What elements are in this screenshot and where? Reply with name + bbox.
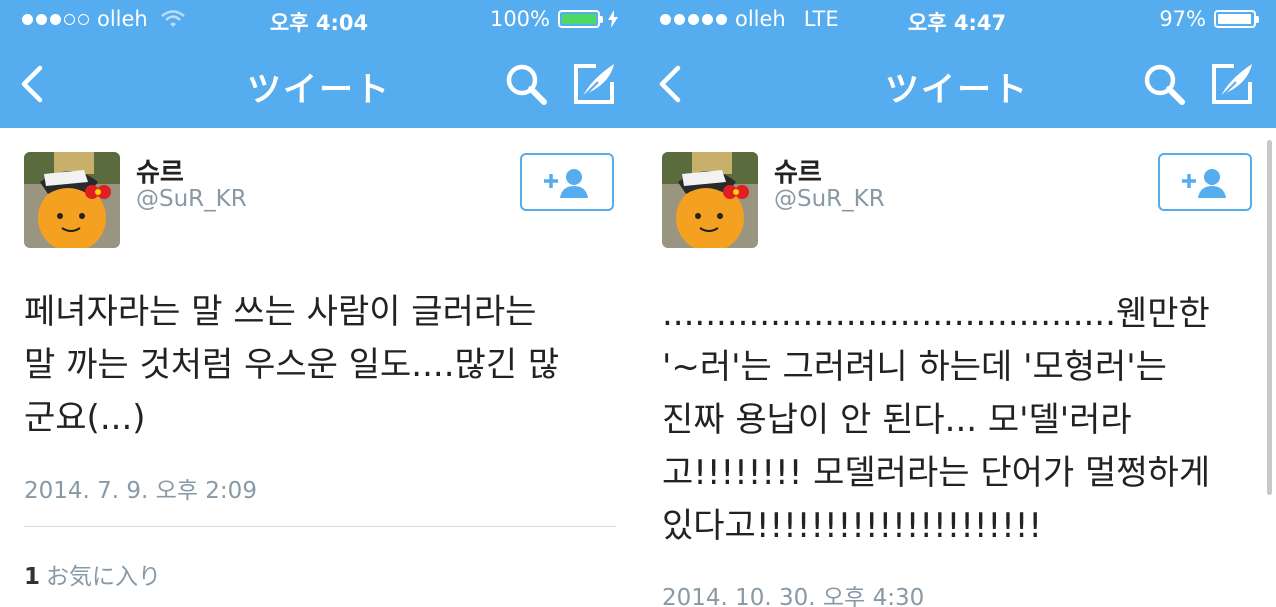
scrollbar[interactable] <box>1267 140 1272 495</box>
screen-right: olleh LTE 오후 4:47 97% ツイート 슈르 @SuR_KR ..… <box>638 0 1276 607</box>
favorites-label: お気に入り <box>46 564 162 590</box>
screen-left: olleh 오후 4:04 100% ツイート 슈르 @SuR_KR 페녀자라는… <box>0 0 638 607</box>
user-handle[interactable]: @SuR_KR <box>774 186 885 212</box>
top-bar: olleh 오후 4:04 100% ツイート <box>0 0 638 128</box>
avatar[interactable] <box>662 152 758 248</box>
follow-button[interactable] <box>1158 153 1252 211</box>
tweet-timestamp: 2014. 7. 9. 오후 2:09 <box>24 478 257 504</box>
tweet-timestamp: 2014. 10. 30. 오후 4:30 <box>662 585 925 607</box>
battery-icon <box>1214 10 1259 28</box>
search-icon[interactable] <box>1142 62 1186 106</box>
battery-level <box>1218 14 1251 24</box>
tweet-line: 고!!!!!!!! 모델러라는 단어가 멀쩡하게 <box>662 453 1211 493</box>
tweet-line: 군요(...) <box>24 398 146 438</box>
battery-percent: 97% <box>1159 7 1206 31</box>
battery-percent: 100% <box>489 7 550 31</box>
battery-icon <box>558 10 603 28</box>
favorites-count[interactable]: 1 お気に入り <box>24 557 161 591</box>
favorites-number: 1 <box>24 564 41 590</box>
search-icon[interactable] <box>504 62 548 106</box>
tweet-line: ........................................… <box>662 294 1210 334</box>
compose-icon[interactable] <box>570 60 618 108</box>
follow-button[interactable] <box>520 153 614 211</box>
nav-bar: ツイート <box>0 48 638 118</box>
user-handle[interactable]: @SuR_KR <box>136 186 247 212</box>
tweet-line: 진짜 용납이 안 된다... 모'델'러라 <box>662 400 1132 440</box>
user-display-name[interactable]: 슈르 <box>774 152 822 189</box>
compose-icon[interactable] <box>1208 60 1256 108</box>
battery-level <box>562 14 596 24</box>
charging-icon <box>608 10 618 28</box>
status-bar: olleh 오후 4:04 100% <box>0 0 638 40</box>
tweet-line: 있다고!!!!!!!!!!!!!!!!!!!!! <box>662 506 1043 546</box>
divider <box>24 526 616 527</box>
tweet-line: '~러'는 그러려니 하는데 '모형러'는 <box>662 347 1167 387</box>
status-bar: olleh LTE 오후 4:47 97% <box>638 0 1276 40</box>
top-bar: olleh LTE 오후 4:47 97% ツイート <box>638 0 1276 128</box>
add-user-icon <box>1182 169 1226 198</box>
nav-bar: ツイート <box>638 48 1276 118</box>
tweet-text: ........................................… <box>662 288 1210 553</box>
avatar[interactable] <box>24 152 120 248</box>
tweet-line: 말 까는 것처럼 우스운 일도....많긴 많 <box>24 345 560 385</box>
tweet-line: 페녀자라는 말 쓰는 사람이 글러라는 <box>24 292 537 332</box>
add-user-icon <box>544 169 588 198</box>
tweet-text: 페녀자라는 말 쓰는 사람이 글러라는 말 까는 것처럼 우스운 일도....많… <box>24 286 559 445</box>
user-display-name[interactable]: 슈르 <box>136 152 184 189</box>
